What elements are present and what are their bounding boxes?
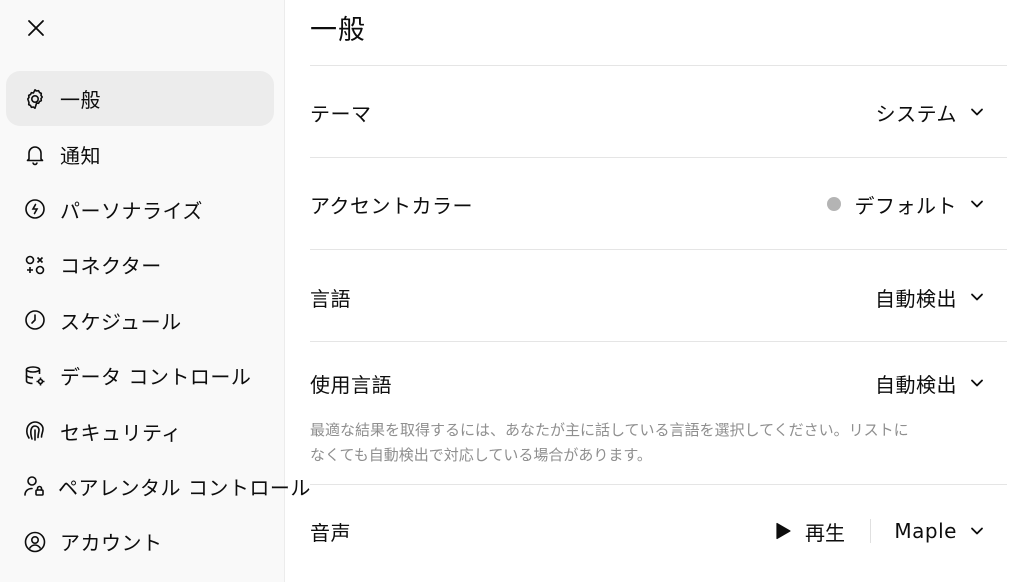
accent-color-dropdown[interactable]: デフォルト: [826, 190, 986, 219]
sidebar-item-label: 通知: [60, 143, 101, 168]
chevron-down-icon: [969, 375, 985, 391]
voice-play-button[interactable]: 再生: [775, 517, 845, 546]
sidebar-item-label: パーソナライズ: [60, 198, 203, 223]
accent-color-swatch: [826, 197, 841, 211]
spoken-language-row: 使用言語 自動検出: [310, 363, 1007, 403]
help-text-line: 最適な結果を取得するには、あなたが主に話している言語を選択してください。リストに: [310, 421, 909, 439]
sidebar-item-connectors[interactable]: コネクター: [6, 237, 274, 292]
personalize-icon: [22, 196, 48, 222]
language-value: 自動検出: [875, 286, 957, 311]
divider: [310, 65, 1007, 66]
sidebar-item-personalize[interactable]: パーソナライズ: [6, 182, 274, 237]
sidebar-item-notifications[interactable]: 通知: [6, 126, 274, 181]
spoken-language-help-text: 最適な結果を取得するには、あなたが主に話している言語を選択してください。リストに…: [310, 418, 950, 468]
close-button[interactable]: [22, 14, 50, 42]
user-lock-icon: [22, 473, 46, 499]
divider: [310, 484, 1007, 485]
sidebar-item-security[interactable]: セキュリティ: [6, 403, 274, 458]
sidebar-item-parental-controls[interactable]: ペアレンタル コントロール: [6, 459, 310, 514]
gear-icon: [22, 86, 48, 112]
page-title: 一般: [310, 15, 366, 46]
accent-color-row: アクセントカラー デフォルト: [310, 184, 1007, 224]
sidebar-item-label: アカウント: [60, 531, 163, 556]
language-row: 言語 自動検出: [310, 277, 1007, 317]
accent-color-label: アクセントカラー: [310, 193, 473, 218]
fingerprint-icon: [22, 418, 48, 444]
language-dropdown[interactable]: 自動検出: [875, 283, 985, 312]
sidebar-item-label: スケジュール: [60, 309, 182, 334]
voice-value: Maple: [894, 519, 957, 543]
chevron-down-icon: [969, 289, 985, 305]
theme-dropdown[interactable]: システム: [876, 98, 985, 127]
database-gear-icon: [22, 363, 48, 389]
theme-row: テーマ システム: [310, 92, 1007, 132]
spoken-language-label: 使用言語: [310, 372, 392, 397]
sidebar-item-label: セキュリティ: [60, 420, 182, 445]
divider: [310, 249, 1007, 250]
sidebar-item-label: 一般: [60, 88, 101, 113]
settings-sidebar: 一般 通知 パーソナライズ コネクター スケジュール データ コントロール セキ…: [0, 0, 310, 582]
language-label: 言語: [310, 286, 351, 311]
theme-label: テーマ: [310, 101, 372, 126]
voice-row: 音声 再生 Maple: [310, 511, 1007, 551]
divider: [310, 157, 1007, 158]
chevron-down-icon: [969, 196, 985, 212]
sidebar-item-label: ペアレンタル コントロール: [58, 475, 311, 500]
sidebar-item-general[interactable]: 一般: [6, 71, 274, 127]
sidebar-item-data-controls[interactable]: データ コントロール: [6, 348, 274, 403]
chevron-down-icon: [969, 104, 985, 120]
settings-nav: 一般 通知 パーソナライズ コネクター スケジュール データ コントロール セキ…: [6, 71, 310, 570]
clock-icon: [22, 307, 48, 333]
sidebar-item-label: コネクター: [60, 254, 162, 279]
accent-color-value: デフォルト: [854, 193, 957, 218]
voice-label: 音声: [310, 520, 351, 545]
vertical-separator: [870, 519, 871, 543]
voice-dropdown[interactable]: Maple: [894, 519, 985, 543]
play-icon: [775, 522, 791, 540]
user-circle-icon: [22, 529, 48, 555]
spoken-language-dropdown[interactable]: 自動検出: [875, 369, 985, 398]
connectors-icon: [22, 252, 48, 278]
play-label: 再生: [805, 520, 845, 545]
sidebar-item-schedule[interactable]: スケジュール: [6, 293, 274, 348]
chevron-down-icon: [969, 523, 985, 539]
theme-value: システム: [875, 101, 957, 126]
spoken-language-value: 自動検出: [875, 372, 957, 397]
sidebar-item-label: データ コントロール: [60, 365, 252, 390]
settings-main: 一般 テーマ システム アクセントカラー デフォルト 言語 自動検出 使用言語 …: [310, 0, 1007, 582]
close-icon: [28, 20, 44, 36]
bell-icon: [22, 141, 48, 167]
help-text-line: なくても自動検出で対応している場合があります。: [310, 446, 652, 464]
sidebar-item-account[interactable]: アカウント: [6, 514, 274, 569]
divider: [310, 341, 1007, 342]
